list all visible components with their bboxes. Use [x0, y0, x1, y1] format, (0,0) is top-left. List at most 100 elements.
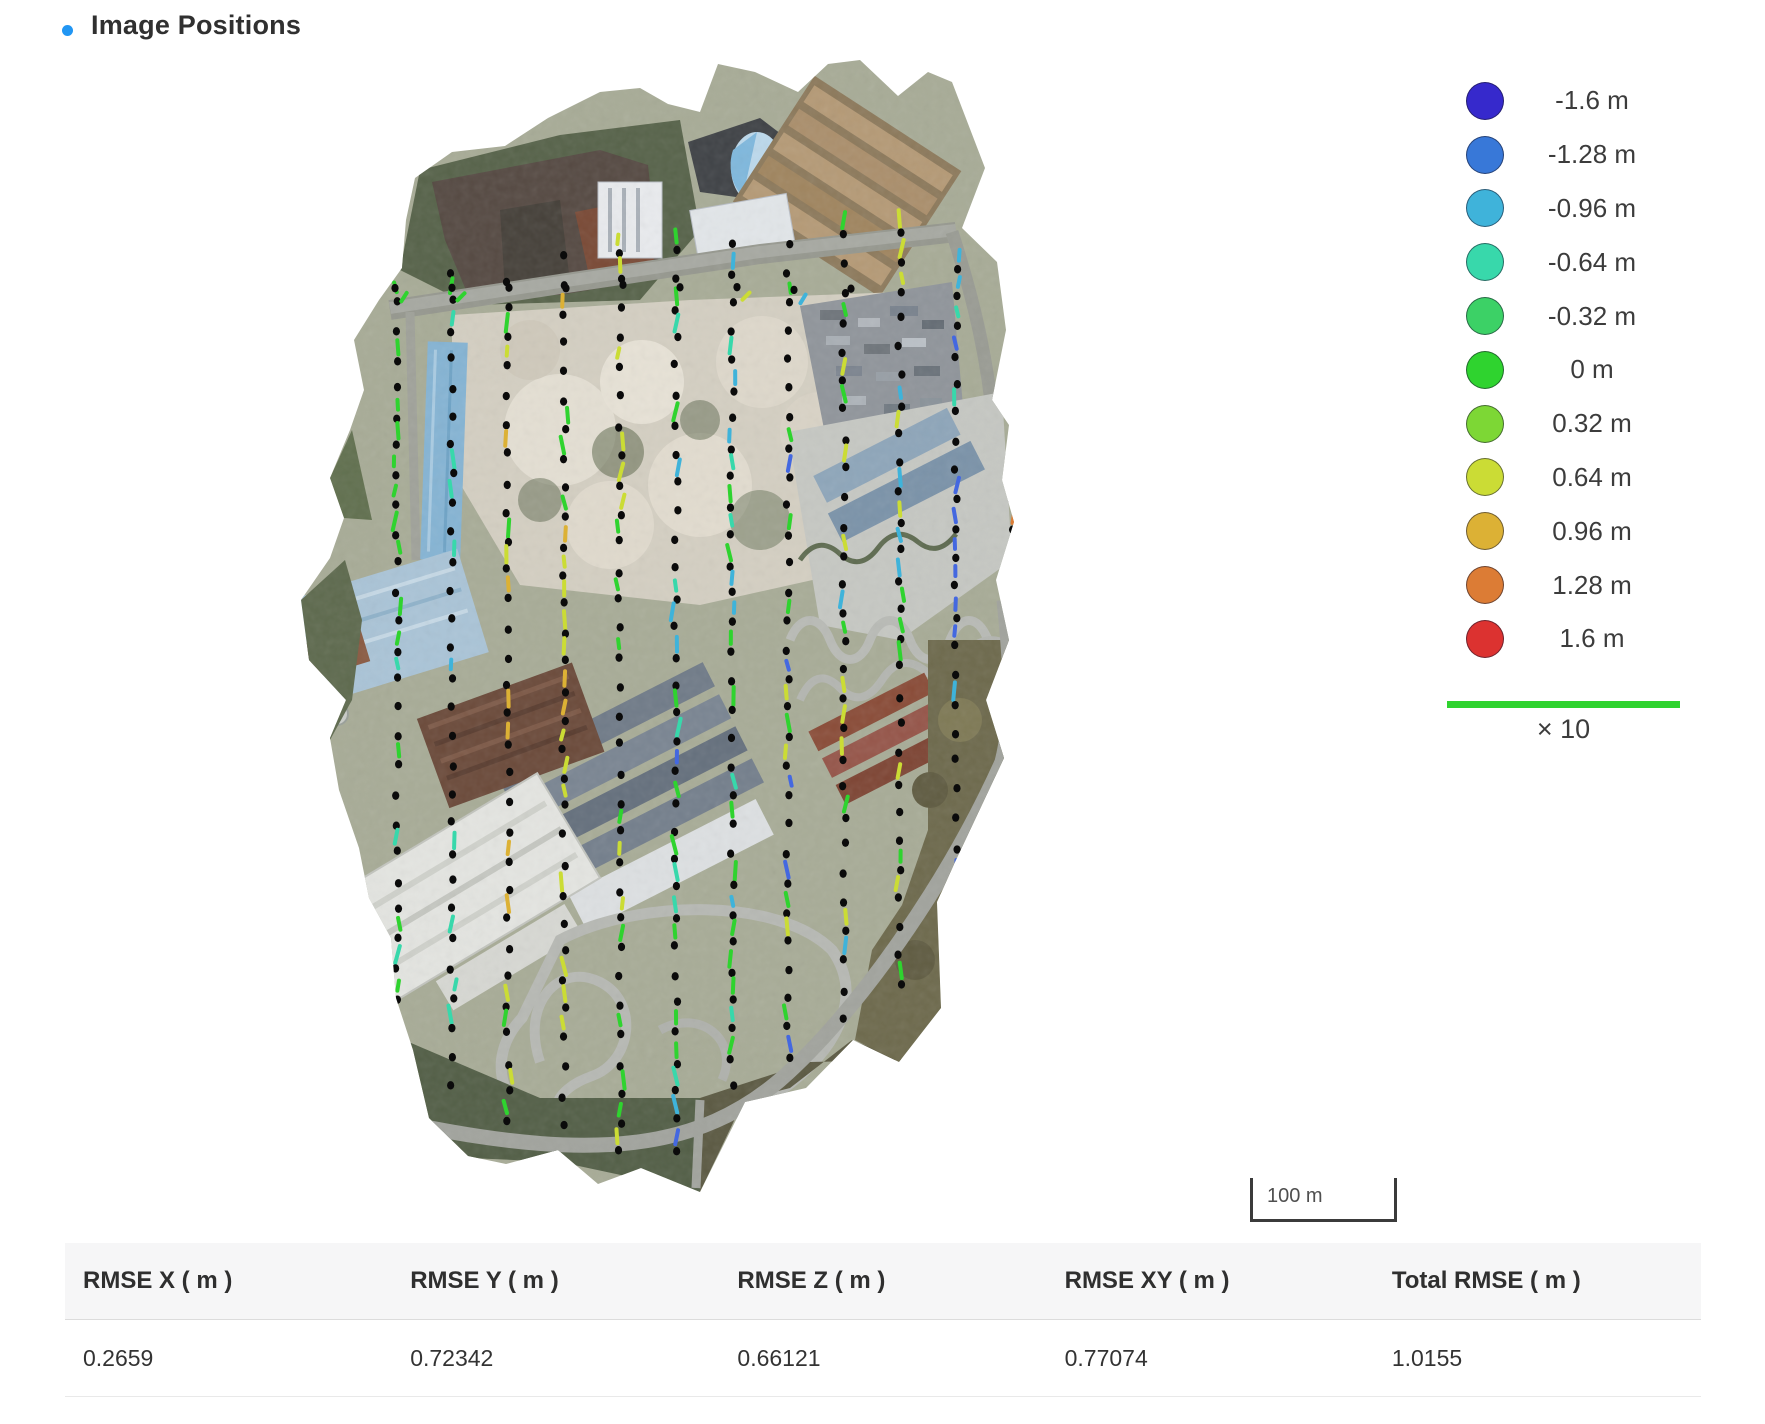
- image-position-dot: [674, 477, 681, 485]
- image-position-dot: [560, 337, 567, 345]
- image-position-dot: [952, 525, 959, 533]
- image-position-dot: [730, 791, 737, 799]
- image-position-dot: [730, 937, 737, 945]
- elevation-residual-dash: [562, 579, 566, 597]
- image-position-dot: [952, 754, 959, 762]
- image-position-dot: [395, 879, 402, 887]
- image-position-dot: [617, 1030, 624, 1038]
- image-position-dot: [505, 740, 512, 748]
- image-position-dot: [728, 734, 735, 742]
- image-position-dot: [953, 933, 960, 941]
- image-position-dot: [447, 527, 454, 535]
- image-position-dot: [898, 370, 905, 378]
- legend-item: 1.6 m: [1447, 612, 1680, 666]
- image-position-dot: [895, 781, 902, 789]
- legend-item-label: -0.64 m: [1504, 247, 1680, 278]
- image-position-dot: [785, 819, 792, 827]
- legend-color-dot: [1466, 458, 1504, 496]
- image-position-dot: [449, 875, 456, 883]
- elevation-residual-dash: [449, 657, 454, 671]
- image-position-dot: [449, 558, 456, 566]
- image-position-dot: [783, 269, 790, 277]
- image-position-dot: [447, 353, 454, 361]
- orthomosaic-map: [290, 50, 1020, 1200]
- image-position-dot: [896, 923, 903, 931]
- image-position-dot: [730, 881, 737, 889]
- legend-item-label: -0.32 m: [1504, 301, 1680, 332]
- image-position-dot: [562, 483, 569, 491]
- image-position-dot: [562, 688, 569, 696]
- image-position-dot: [838, 349, 845, 357]
- image-position-dot: [898, 519, 905, 527]
- image-position-dot: [784, 354, 791, 362]
- image-position-dot: [617, 391, 624, 399]
- image-position-dot: [953, 495, 960, 503]
- image-position-dot: [1007, 585, 1014, 593]
- legend-item: 0.64 m: [1447, 451, 1680, 505]
- image-position-dot: [954, 265, 961, 273]
- image-position-dot: [562, 717, 569, 725]
- image-position-dot: [784, 702, 791, 710]
- image-position-dot: [790, 286, 797, 294]
- image-position-dot: [615, 1146, 622, 1154]
- image-position-dot: [672, 274, 679, 282]
- image-position-dot: [839, 756, 846, 764]
- image-position-dot: [560, 892, 567, 900]
- image-position-dot: [840, 1014, 847, 1022]
- legend-item-label: 1.6 m: [1504, 623, 1680, 654]
- image-position-dot: [447, 269, 454, 277]
- image-position-dot: [842, 463, 849, 471]
- elevation-residual-dash: [452, 539, 456, 557]
- image-position-dot: [504, 708, 511, 716]
- image-position-dot: [898, 605, 905, 613]
- image-position-dot: [840, 552, 847, 560]
- image-position-dot: [446, 587, 453, 595]
- image-position-dot: [786, 1054, 793, 1062]
- rmse-header-cell: RMSE Y ( m ): [392, 1243, 719, 1319]
- image-position-dot: [504, 481, 511, 489]
- image-position-dot: [783, 647, 790, 655]
- elevation-residual-dash: [675, 749, 679, 764]
- image-position-dot: [840, 524, 847, 532]
- image-position-dot: [951, 641, 958, 649]
- report-page: Image Positions: [0, 0, 1765, 1424]
- legend-color-dot: [1466, 351, 1504, 389]
- image-position-dot: [562, 656, 569, 664]
- rmse-header-cell: Total RMSE ( m ): [1374, 1243, 1701, 1319]
- image-position-dot: [616, 482, 623, 490]
- elevation-residual-dash: [1010, 480, 1017, 494]
- image-position-dot: [617, 683, 624, 691]
- image-position-dot: [615, 653, 622, 661]
- image-position-dot: [842, 927, 849, 935]
- image-position-dot: [448, 904, 455, 912]
- elevation-residual-dash: [839, 736, 843, 756]
- image-position-dot: [730, 819, 737, 827]
- elevation-residual-dash: [956, 882, 961, 898]
- image-position-dot: [672, 681, 679, 689]
- image-position-dot: [504, 448, 511, 456]
- image-position-dot: [674, 333, 681, 341]
- elevation-residual-dash: [899, 849, 903, 864]
- elevation-residual-dash: [729, 629, 733, 645]
- elevation-residual-dash: [1006, 595, 1013, 614]
- image-position-dot: [895, 487, 902, 495]
- legend-item-label: 1.28 m: [1504, 570, 1680, 601]
- image-position-dot: [393, 327, 400, 335]
- image-position-dot: [617, 826, 624, 834]
- elevation-residual-dash: [1009, 448, 1015, 470]
- image-position-dot: [448, 817, 455, 825]
- image-position-dot: [894, 342, 901, 350]
- image-position-dot: [785, 966, 792, 974]
- image-position-dot: [953, 900, 960, 908]
- image-position-dot: [1007, 614, 1014, 622]
- image-position-dot: [616, 738, 623, 746]
- image-position-dot: [896, 458, 903, 466]
- image-position-dot: [559, 829, 566, 837]
- legend-item: -0.64 m: [1447, 235, 1680, 289]
- image-position-dot: [618, 451, 625, 459]
- image-position-dot: [839, 404, 846, 412]
- map-canvas: [290, 50, 1020, 1200]
- elevation-residual-dash: [953, 564, 957, 578]
- legend-color-dot: [1466, 243, 1504, 281]
- image-position-dot: [954, 380, 961, 388]
